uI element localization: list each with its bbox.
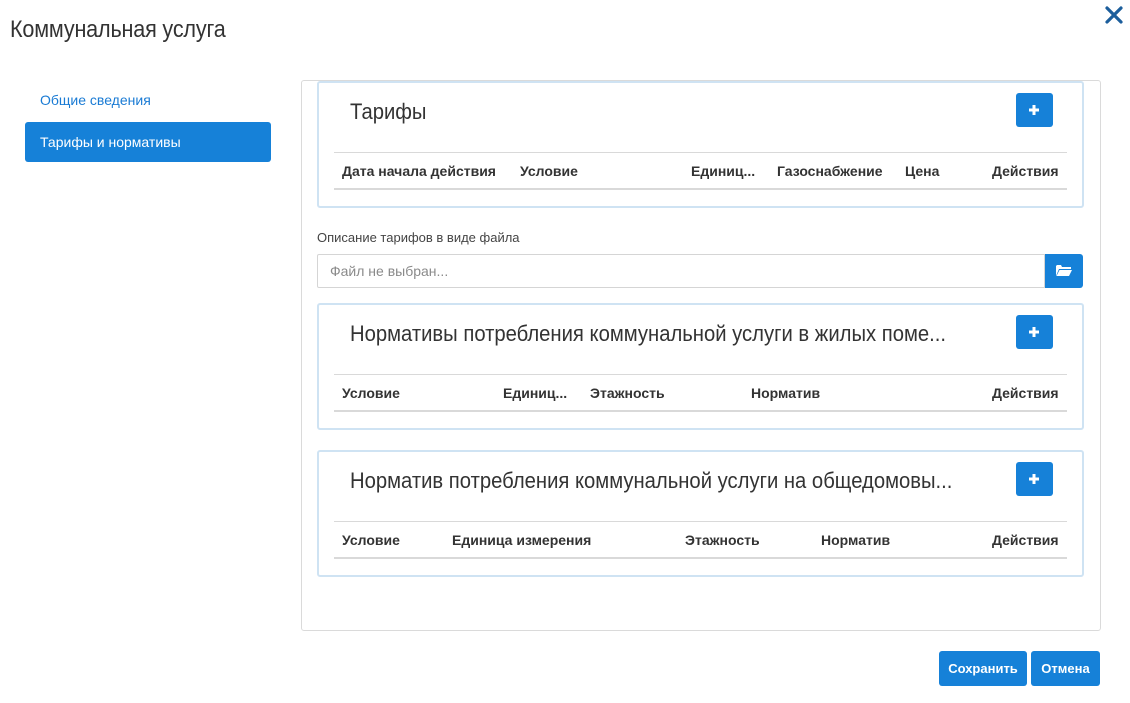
column-header[interactable]: Дата начала действия	[342, 153, 512, 189]
add-tariff-button[interactable]	[1016, 93, 1053, 127]
section-title: Норматив потребления коммунальной услуги…	[350, 468, 953, 493]
column-header[interactable]: Газоснабжение	[777, 153, 897, 189]
column-header[interactable]: Действия	[992, 375, 1064, 411]
column-header[interactable]: Условие	[342, 522, 442, 558]
tariffs-table-header: Дата начала действия Условие Единиц... Г…	[334, 152, 1067, 190]
tariffs-section: Тарифы Дата начала действия Условие Един…	[317, 81, 1084, 208]
file-input[interactable]: Файл не выбран...	[317, 254, 1045, 288]
column-header[interactable]: Норматив	[821, 522, 921, 558]
browse-file-button[interactable]	[1045, 254, 1083, 288]
column-header[interactable]: Условие	[520, 153, 640, 189]
add-common-norm-button[interactable]	[1016, 462, 1053, 496]
folder-open-icon	[1056, 265, 1072, 276]
save-button[interactable]: Сохранить	[939, 651, 1027, 686]
section-title: Тарифы	[350, 99, 427, 124]
dialog-title: Коммунальная услуга	[10, 16, 226, 43]
column-header[interactable]: Норматив	[751, 375, 871, 411]
column-header[interactable]: Единиц...	[503, 375, 575, 411]
plus-icon	[1029, 105, 1039, 115]
cancel-button[interactable]: Отмена	[1031, 651, 1100, 686]
plus-icon	[1029, 327, 1039, 337]
section-title: Нормативы потребления коммунальной услуг…	[350, 321, 947, 346]
residential-norms-section: Нормативы потребления коммунальной услуг…	[317, 303, 1084, 430]
common-norms-table-header: Условие Единица измерения Этажность Норм…	[334, 521, 1067, 559]
column-header[interactable]: Действия	[992, 153, 1064, 189]
column-header[interactable]: Цена	[905, 153, 965, 189]
close-icon[interactable]	[1103, 4, 1125, 26]
common-norms-section: Норматив потребления коммунальной услуги…	[317, 450, 1084, 577]
column-header[interactable]: Этажность	[685, 522, 785, 558]
add-residential-norm-button[interactable]	[1016, 315, 1053, 349]
residential-norms-table-header: Условие Единиц... Этажность Норматив Дей…	[334, 374, 1067, 412]
column-header[interactable]: Этажность	[590, 375, 710, 411]
column-header[interactable]: Единица измерения	[452, 522, 622, 558]
plus-icon	[1029, 474, 1039, 484]
sidebar-item-general[interactable]: Общие сведения	[25, 82, 271, 118]
file-label: Описание тарифов в виде файла	[317, 230, 520, 245]
sidebar-item-tariffs[interactable]: Тарифы и нормативы	[25, 122, 271, 162]
column-header[interactable]: Действия	[992, 522, 1064, 558]
column-header[interactable]: Условие	[342, 375, 462, 411]
column-header[interactable]: Единиц...	[691, 153, 763, 189]
